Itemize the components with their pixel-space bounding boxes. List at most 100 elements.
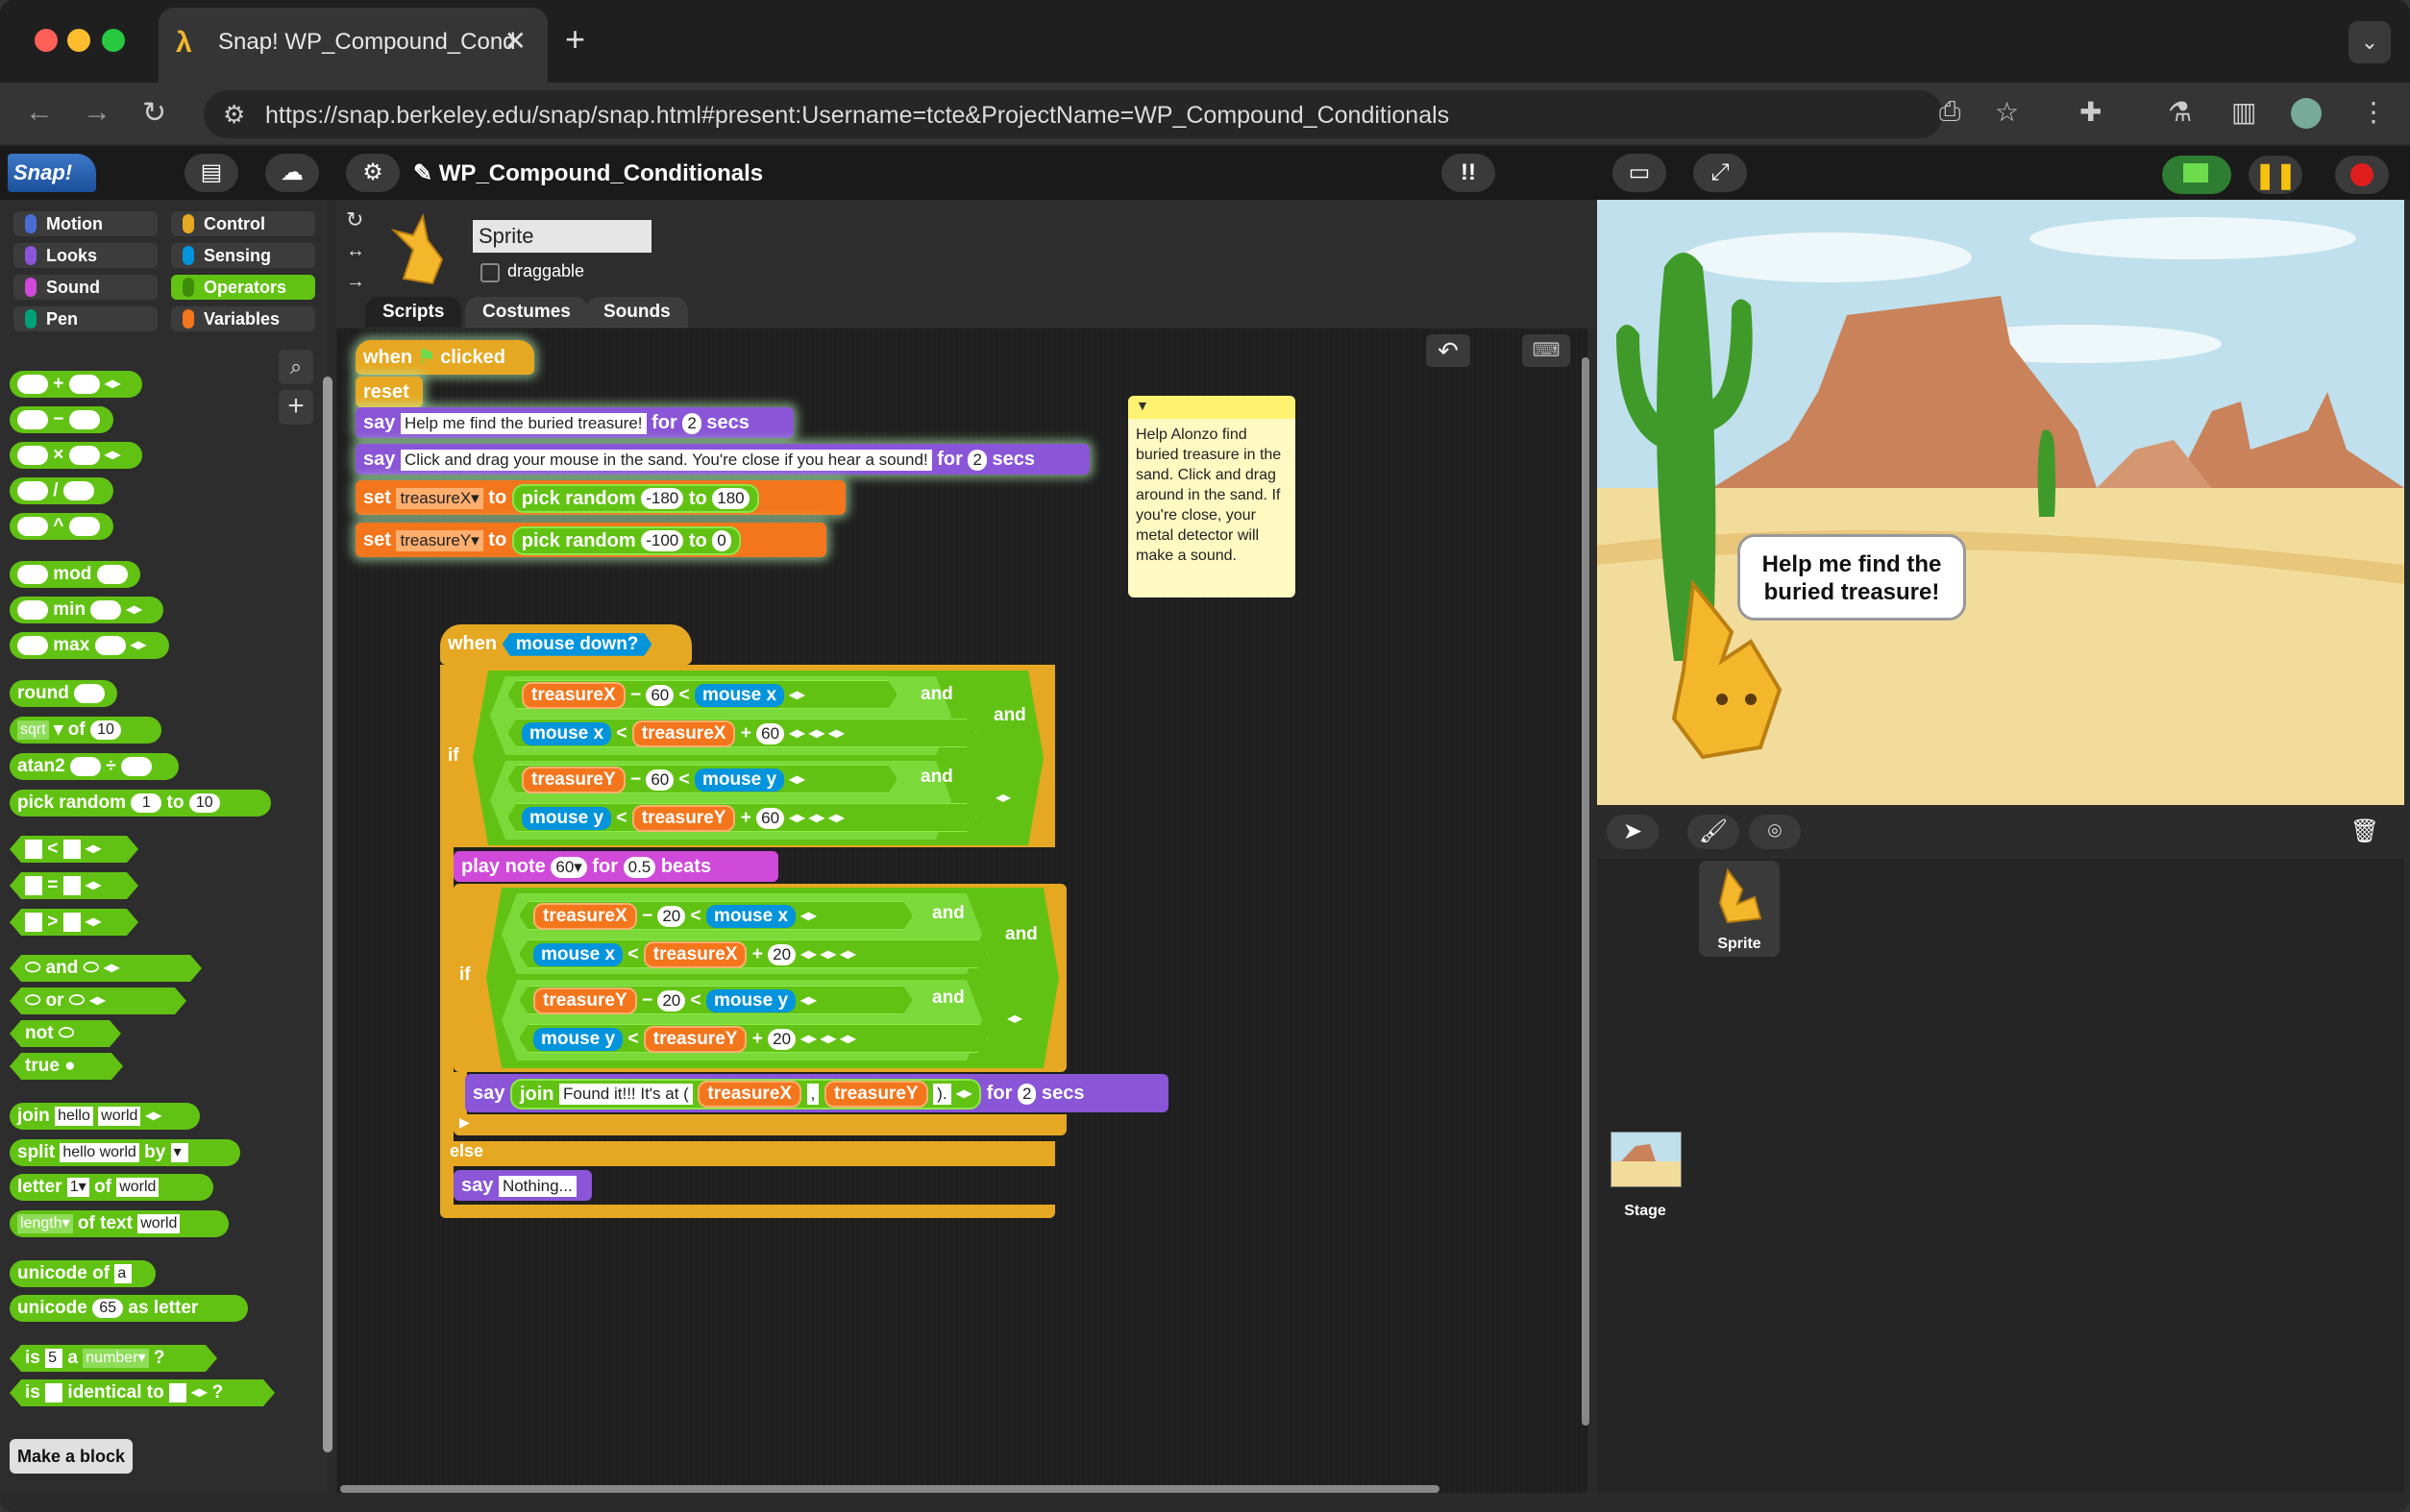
number-slot[interactable]: 1 — [131, 793, 162, 813]
text-slot[interactable]: 5 — [45, 1349, 62, 1368]
mouse-y-reporter[interactable]: mouse y — [522, 807, 611, 830]
stop-button[interactable] — [2335, 156, 2389, 194]
say-for-secs-block[interactable]: say Help me find the buried treasure! fo… — [356, 407, 794, 438]
number-slot[interactable]: 60 — [756, 808, 784, 829]
play-note-block[interactable]: play note 60▾ for 0.5 beats — [454, 851, 778, 882]
number-slot[interactable]: 10 — [90, 719, 121, 740]
undo-icon[interactable]: ↶ — [1426, 334, 1470, 367]
add-turtle-sprite-icon[interactable]: ➤ — [1607, 815, 1659, 849]
profile-avatar[interactable] — [2291, 98, 2322, 129]
treasurex-reporter[interactable]: treasureX — [533, 903, 637, 930]
url-field[interactable]: ⚙ https://snap.berkeley.edu/snap/snap.ht… — [204, 90, 1943, 138]
number-slot[interactable]: -180 — [641, 488, 684, 510]
make-a-block-button[interactable]: Make a block — [10, 1439, 133, 1474]
text-slot[interactable]: world — [116, 1177, 160, 1197]
mouse-y-reporter[interactable]: mouse y — [695, 768, 784, 792]
say-join-block[interactable]: say join Found it!!! It's at ( treasureX… — [465, 1074, 1168, 1112]
number-slot[interactable]: 10 — [188, 793, 220, 813]
when-flag-clicked-hat[interactable]: when ⚑ clicked — [356, 340, 534, 375]
mouse-x-reporter[interactable]: mouse x — [533, 943, 623, 966]
palette-equals-block[interactable]: = ◂▸ — [10, 872, 138, 899]
category-sensing[interactable]: Sensing — [171, 243, 315, 268]
site-settings-icon[interactable]: ⚙ — [223, 100, 245, 130]
file-menu-button[interactable]: ▤ — [184, 154, 238, 192]
palette-mod-block[interactable]: mod — [10, 561, 140, 588]
draggable-checkbox[interactable] — [480, 263, 500, 282]
number-slot[interactable]: 65 — [92, 1298, 124, 1318]
category-operators[interactable]: Operators — [171, 275, 315, 300]
treasurex-reporter[interactable]: treasureX — [644, 941, 748, 968]
cloud-button[interactable]: ☁ — [265, 154, 319, 192]
text-slot[interactable]: a — [114, 1263, 133, 1283]
new-tab-plus-icon[interactable]: + — [565, 19, 585, 60]
palette-join-block[interactable]: join hello world ◂▸ — [10, 1103, 200, 1130]
type-dropdown[interactable]: number — [86, 1350, 137, 1366]
search-icon[interactable]: ⌕ — [279, 350, 313, 384]
treasurey-reporter[interactable]: treasureY — [632, 805, 736, 832]
less-than-predicate[interactable]: mouse x < treasureX + 60 ◂▸ ◂▸ ◂▸ — [507, 719, 976, 747]
script-comment[interactable]: ▼ Help Alonzo find buried treasure in th… — [1128, 396, 1295, 597]
text-slot[interactable]: world — [98, 1107, 141, 1126]
palette-length-block[interactable]: length▾ of text world — [10, 1210, 229, 1237]
extensions-icon[interactable]: ✚ — [2079, 96, 2102, 128]
palette-max-block[interactable]: max ◂▸ — [10, 632, 169, 659]
tab-sounds[interactable]: Sounds — [586, 297, 688, 328]
green-flag-button[interactable] — [2162, 156, 2231, 194]
palette-less-than-block[interactable]: < ◂▸ — [10, 836, 138, 863]
fullscreen-icon[interactable]: ⤢ — [1693, 154, 1747, 192]
pick-random-reporter[interactable]: pick random -180 to 180 — [511, 483, 759, 513]
category-control[interactable]: Control — [171, 211, 315, 236]
palette-unicode-of-block[interactable]: unicode of a — [10, 1260, 156, 1287]
variadic-arrows-icon[interactable]: ◂▸ — [1007, 1009, 1022, 1028]
rotate-all-icon[interactable]: ↻ — [346, 207, 363, 232]
no-rotate-icon[interactable]: → — [346, 271, 365, 293]
number-slot[interactable]: 20 — [768, 944, 796, 965]
palette-split-block[interactable]: split hello world by ▾ — [10, 1139, 240, 1166]
text-slot[interactable]: Help me find the buried treasure! — [400, 412, 647, 434]
text-slot[interactable]: world — [137, 1213, 181, 1233]
tab-scripts[interactable]: Scripts — [365, 297, 462, 328]
number-slot[interactable]: 60 — [756, 723, 784, 744]
number-slot[interactable]: 20 — [657, 990, 685, 1012]
bookmark-star-icon[interactable]: ☆ — [1995, 96, 2019, 128]
number-slot[interactable]: 0.5 — [623, 856, 656, 878]
stage-size-button[interactable]: ▭ — [1612, 154, 1666, 192]
number-slot[interactable]: 2 — [1017, 1083, 1037, 1105]
function-dropdown[interactable]: sqrt — [17, 719, 49, 740]
when-mouse-down-hat[interactable]: when mouse down? — [440, 624, 692, 665]
pick-random-reporter[interactable]: pick random -100 to 0 — [511, 525, 741, 555]
mouse-y-reporter[interactable]: mouse y — [533, 1028, 623, 1051]
text-slot[interactable]: hello world — [60, 1142, 139, 1162]
camera-icon[interactable]: ⌾ — [1749, 815, 1801, 849]
stage-thumbnail[interactable] — [1611, 1132, 1682, 1187]
tab-costumes[interactable]: Costumes — [465, 297, 588, 328]
palette-is-type-block[interactable]: is 5 a number▾ ? — [10, 1345, 217, 1372]
treasurex-reporter[interactable]: treasureX — [632, 720, 736, 747]
treasurey-reporter[interactable]: treasureY — [522, 767, 626, 793]
palette-power-block[interactable]: ^ — [10, 513, 113, 540]
less-than-predicate[interactable]: treasureY − 60 < mouse y ◂▸ — [507, 765, 898, 793]
expand-arrow-icon[interactable]: ▶ — [459, 1114, 470, 1131]
less-than-predicate[interactable]: treasureY − 20 < mouse y ◂▸ — [519, 986, 913, 1014]
chevron-down-icon[interactable]: ⌄ — [2349, 21, 2391, 63]
unused-blocks-button[interactable]: !! — [1441, 154, 1495, 192]
palette-multiply-block[interactable]: × ◂▸ — [10, 442, 142, 469]
palette-true-block[interactable]: true ● — [10, 1053, 123, 1080]
number-slot[interactable]: 2 — [968, 449, 987, 471]
close-icon[interactable]: ✕ — [504, 25, 527, 57]
palette-identical-block[interactable]: is identical to ◂▸ ? — [10, 1379, 275, 1406]
number-slot[interactable]: -100 — [641, 530, 684, 552]
browser-tab[interactable]: λ Snap! WP_Compound_Cond ✕ — [159, 8, 548, 83]
back-arrow-icon[interactable]: ← — [25, 96, 54, 129]
text-slot[interactable]: Nothing... — [498, 1175, 577, 1197]
forward-arrow-icon[interactable]: → — [83, 96, 111, 129]
text-slot[interactable]: Found it!!! It's at ( — [559, 1084, 693, 1106]
rotate-lr-icon[interactable]: ↔ — [346, 240, 365, 262]
palette-and-block[interactable]: ⬭ and ⬭ ◂▸ — [10, 955, 202, 982]
palette-divide-block[interactable]: / — [10, 477, 113, 504]
set-treasurex-block[interactable]: set treasureX▾ to pick random -180 to 18… — [356, 480, 846, 515]
less-than-predicate[interactable]: mouse x < treasureX + 20 ◂▸ ◂▸ ◂▸ — [519, 939, 988, 968]
comment-collapse-icon[interactable]: ▼ — [1128, 396, 1295, 419]
scripts-horizontal-scrollbar[interactable] — [340, 1485, 1439, 1493]
less-than-predicate[interactable]: treasureX − 60 < mouse x ◂▸ — [507, 680, 898, 709]
